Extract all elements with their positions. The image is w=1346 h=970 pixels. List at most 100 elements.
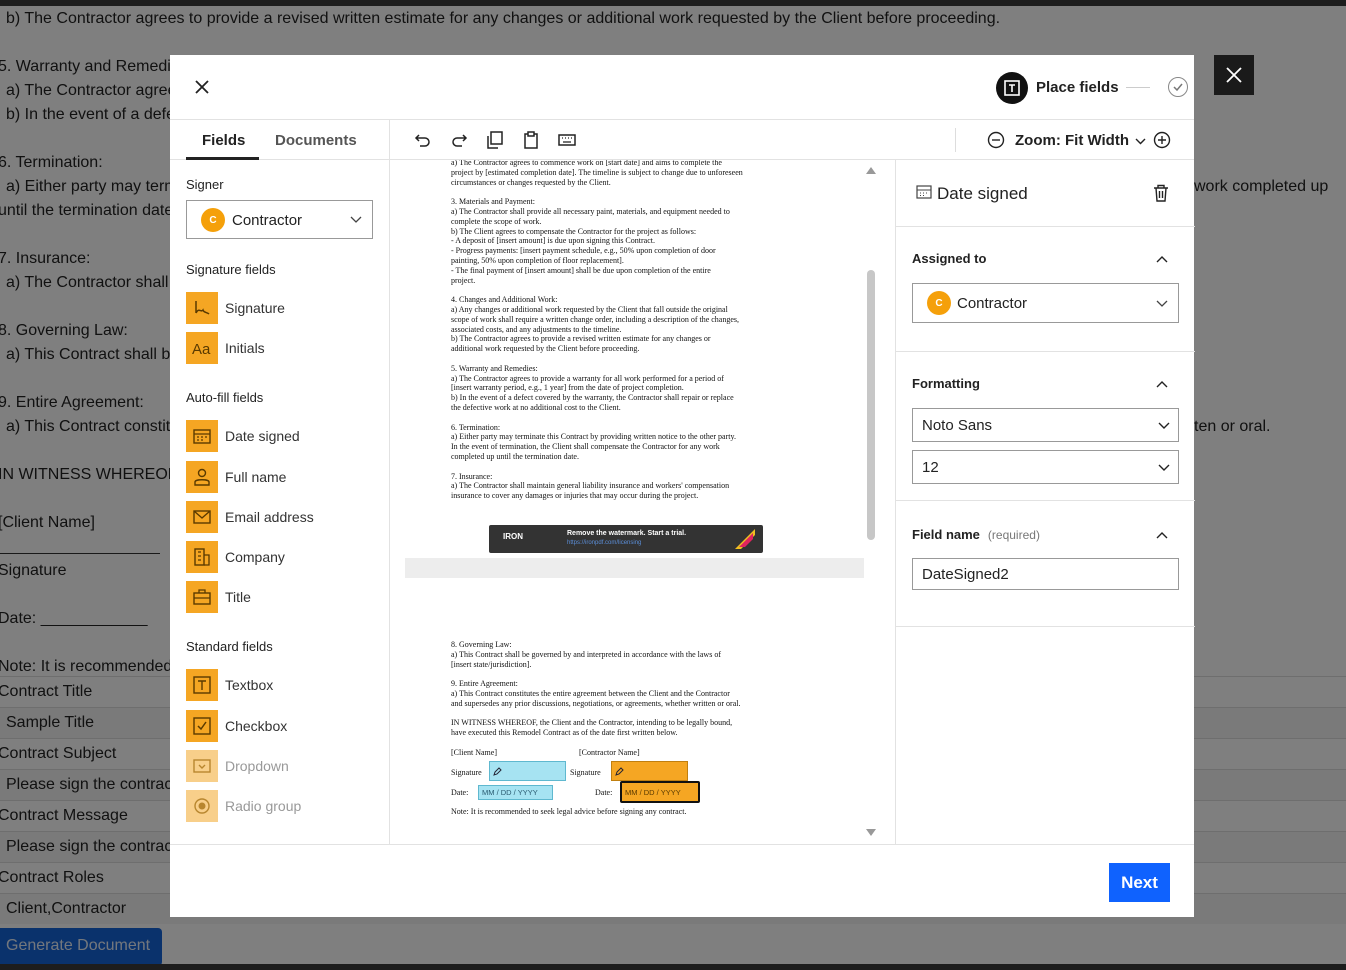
document-line: associated costs, and any adjustments to… xyxy=(451,324,622,334)
contractor-date-field-selected[interactable]: MM / DD / YYYY xyxy=(620,781,700,803)
paste-button[interactable] xyxy=(521,130,541,150)
document-line: - A deposit of [insert amount] is due up… xyxy=(451,236,655,246)
field-name-label: Field name xyxy=(912,527,980,542)
next-button[interactable]: Next xyxy=(1109,863,1170,902)
document-line: a) The Contractor shall provide all nece… xyxy=(451,207,730,216)
client-signature-label: Signature xyxy=(451,768,482,777)
signer-value: Contractor xyxy=(232,212,303,229)
client-signature-field[interactable] xyxy=(489,761,566,781)
watermark-url: https://ironpdf.com/licensing xyxy=(567,540,642,546)
zoom-dropdown[interactable]: Zoom: Fit Width xyxy=(1015,132,1146,149)
field-textbox[interactable]: Textbox xyxy=(186,669,376,701)
field-date-signed[interactable]: Date signed xyxy=(186,420,376,452)
field-label: Date signed xyxy=(225,428,300,444)
document-line: the defective work at no additional cost… xyxy=(451,403,621,412)
avatar: C xyxy=(201,208,225,232)
chevron-up-icon[interactable] xyxy=(1156,531,1168,539)
copy-button[interactable] xyxy=(485,130,505,150)
chevron-up-icon[interactable] xyxy=(1156,380,1168,388)
watermark-banner[interactable]: IRON Remove the watermark. Start a trial… xyxy=(489,525,763,553)
field-label: Signature xyxy=(225,300,285,316)
outer-close-button[interactable] xyxy=(1214,55,1254,95)
signer-select[interactable]: C Contractor xyxy=(186,200,373,239)
place-fields-step-icon xyxy=(996,72,1028,104)
modal-header: Place fields xyxy=(170,55,1194,120)
scroll-up-arrow-icon[interactable] xyxy=(866,167,876,174)
formatting-heading: Formatting xyxy=(912,376,980,391)
document-line: - The final payment of [insert amount] s… xyxy=(451,265,711,275)
document-line: b) The Client agrees to compensate the C… xyxy=(451,226,697,236)
field-name-heading: Field name (required) xyxy=(912,527,1040,542)
textbox-icon xyxy=(186,669,218,701)
assigned-to-select[interactable]: C Contractor xyxy=(912,283,1179,323)
field-full-name[interactable]: Full name xyxy=(186,461,376,493)
field-email-address[interactable]: Email address xyxy=(186,501,376,533)
assigned-value: Contractor xyxy=(957,295,1028,312)
field-title[interactable]: Title xyxy=(186,581,376,613)
document-line: 8. Governing Law: xyxy=(451,640,512,649)
font-size-select[interactable]: 12 xyxy=(912,450,1179,484)
field-name-value: DateSigned2 xyxy=(922,566,1009,583)
calendar-icon xyxy=(186,420,218,452)
zoom-in-button[interactable] xyxy=(1152,130,1172,150)
review-step-icon xyxy=(1168,77,1188,97)
field-signature[interactable]: Signature xyxy=(186,292,376,324)
watermark-logo: IRON xyxy=(503,532,523,541)
field-dropdown[interactable]: Dropdown xyxy=(186,750,376,782)
document-line: project. xyxy=(451,275,476,285)
tab-documents[interactable]: Documents xyxy=(275,132,357,149)
client-date-field[interactable]: MM / DD / YYYY xyxy=(478,785,553,800)
chevron-down-icon xyxy=(350,216,362,223)
close-icon xyxy=(195,80,209,94)
modal-close-button[interactable] xyxy=(192,77,212,97)
font-family-select[interactable]: Noto Sans xyxy=(912,408,1179,442)
document-line: have executed this Remodel Contract as o… xyxy=(451,728,678,738)
scroll-down-arrow-icon[interactable] xyxy=(866,829,876,836)
check-icon xyxy=(1173,83,1183,91)
fields-panel: Signer C Contractor Signature fields Sig… xyxy=(170,160,390,844)
field-radio-group[interactable]: Radio group xyxy=(186,790,376,822)
assigned-to-section: Assigned to C Contractor xyxy=(896,227,1195,352)
field-label: Title xyxy=(225,589,251,605)
field-label: Checkbox xyxy=(225,718,288,734)
keyboard-shortcuts-button[interactable] xyxy=(557,130,577,150)
document-line: a) The Contractor shall maintain general… xyxy=(451,481,730,491)
field-initials[interactable]: Aa Initials xyxy=(186,332,376,364)
document-line: IN WITNESS WHEREOF, the Client and the C… xyxy=(451,718,733,728)
contractor-signature-field[interactable] xyxy=(611,761,688,781)
field-name-input[interactable]: DateSigned2 xyxy=(912,558,1179,590)
tab-fields[interactable]: Fields xyxy=(202,132,245,149)
delete-field-button[interactable] xyxy=(1153,184,1169,202)
step-label: Place fields xyxy=(1036,79,1119,96)
modal-footer: Next xyxy=(170,844,1194,917)
assigned-to-heading: Assigned to xyxy=(912,251,987,266)
keyboard-icon xyxy=(558,134,576,146)
scrollbar-thumb[interactable] xyxy=(867,270,875,540)
page-gap xyxy=(405,558,864,578)
legal-note: Note: It is recommended to seek legal ad… xyxy=(451,807,687,816)
document-toolbar: Zoom: Fit Width xyxy=(390,120,1194,160)
chevron-up-icon[interactable] xyxy=(1156,255,1168,263)
field-label: Initials xyxy=(225,340,265,356)
checkbox-icon xyxy=(186,710,218,742)
redo-button[interactable] xyxy=(449,130,469,150)
document-line: painting, 50% upon completion of floor r… xyxy=(451,256,624,265)
undo-button[interactable] xyxy=(413,130,433,150)
document-line: circumstances or changes requested by th… xyxy=(451,177,611,187)
document-line: 7. Insurance: xyxy=(451,471,493,481)
panel-tabs: Fields Documents xyxy=(170,120,390,160)
document-line: 4. Changes and Additional Work: xyxy=(451,295,558,305)
field-company[interactable]: Company xyxy=(186,541,376,573)
font-size-value: 12 xyxy=(922,459,939,476)
document-page: a) The Contractor agrees to commence wor… xyxy=(405,160,864,558)
document-viewer[interactable]: a) The Contractor agrees to commence wor… xyxy=(391,160,895,844)
zoom-in-icon xyxy=(1153,131,1171,149)
signer-heading: Signer xyxy=(186,177,224,192)
field-checkbox[interactable]: Checkbox xyxy=(186,710,376,742)
step-connector xyxy=(1126,87,1150,88)
zoom-out-button[interactable] xyxy=(986,130,1006,150)
document-line: additional work requested by the Client … xyxy=(451,344,640,354)
formatting-section: Formatting Noto Sans 12 xyxy=(896,352,1195,501)
pen-icon xyxy=(615,766,624,776)
copy-icon xyxy=(487,131,503,149)
